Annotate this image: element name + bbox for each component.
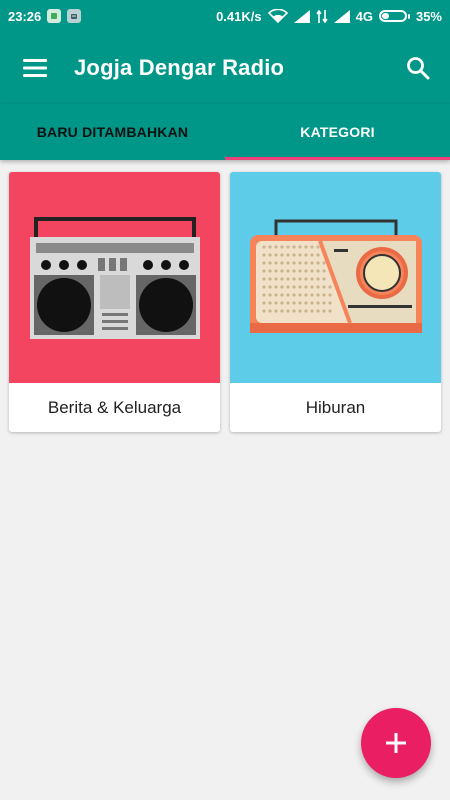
notification-app-icon: [47, 9, 62, 23]
status-bar-left: 23:26: [8, 8, 82, 24]
data-arrows-icon: [315, 9, 328, 23]
app-title: Jogja Dengar Radio: [74, 55, 285, 80]
category-card-hiburan[interactable]: Hiburan: [230, 172, 441, 432]
status-bar: 23:26 0.41K/s 4G 35%: [0, 0, 450, 32]
signal-icon: [293, 9, 310, 23]
retro-radio-illustration: [230, 172, 441, 383]
search-icon: [407, 57, 430, 80]
menu-button[interactable]: [17, 50, 53, 86]
boombox-icon: [29, 216, 200, 339]
tab-baru-ditambahkan[interactable]: BARU DITAMBAHKAN: [0, 104, 225, 160]
app-bar: Jogja Dengar Radio: [0, 32, 450, 104]
network-type: 4G: [355, 8, 373, 24]
category-card-berita[interactable]: Berita & Keluarga: [9, 172, 220, 432]
add-fab-button[interactable]: [361, 708, 431, 778]
wifi-icon: [267, 9, 288, 23]
category-label: Berita & Keluarga: [47, 397, 182, 417]
hamburger-menu-icon: [23, 59, 47, 77]
category-grid: Berita & Keluarga Hiburan: [9, 172, 441, 432]
tab-kategori[interactable]: KATEGORI: [225, 104, 450, 160]
network-speed: 0.41K/s: [216, 8, 262, 24]
battery-icon: [378, 10, 410, 22]
notification-robot-icon: [67, 9, 82, 23]
category-label: Hiburan: [305, 397, 366, 417]
retro-radio-icon: [249, 219, 422, 333]
tab-bar: BARU DITAMBAHKAN KATEGORI: [0, 104, 450, 160]
signal-icon-2: [333, 9, 350, 23]
search-button[interactable]: [400, 50, 436, 86]
status-bar-right: 0.41K/s 4G 35%: [216, 9, 442, 24]
battery-percent: 35%: [415, 8, 442, 24]
status-time: 23:26: [8, 8, 42, 24]
plus-icon: [386, 733, 406, 753]
boombox-illustration: [9, 172, 220, 383]
